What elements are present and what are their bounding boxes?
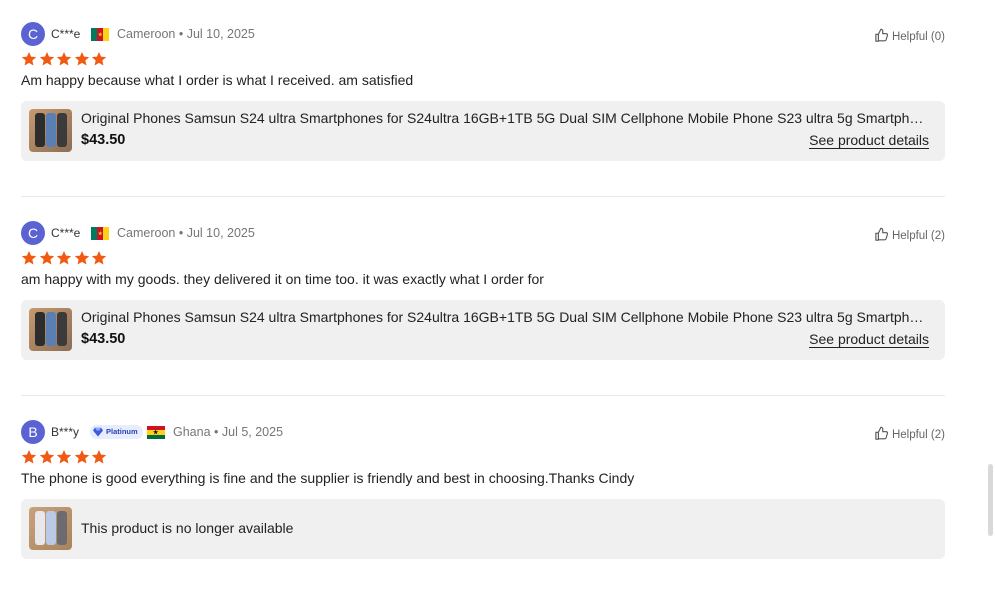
divider	[21, 196, 945, 197]
divider	[21, 395, 945, 396]
badge-label: Platinum	[106, 427, 138, 436]
star-icon	[39, 450, 54, 464]
avatar: B	[21, 420, 45, 444]
review-header: C C***e ★ Cameroon • Jul 10, 2025 Helpfu…	[21, 221, 945, 245]
separator-dot: •	[214, 425, 222, 439]
thumbs-up-icon	[875, 28, 888, 42]
star-icon	[56, 450, 72, 464]
review-text: am happy with my goods. they delivered i…	[21, 271, 544, 287]
see-product-details-link[interactable]: See product details	[809, 132, 929, 149]
ghana-flag-icon: ★	[147, 426, 165, 439]
reviewer-name: C***e	[51, 27, 81, 41]
helpful-label: Helpful (2)	[891, 429, 945, 441]
star-icon	[21, 450, 37, 464]
review-meta: Ghana • Jul 5, 2025	[173, 425, 283, 439]
product-card[interactable]: Original Phones Samsun S24 ultra Smartph…	[21, 300, 945, 360]
product-price: $43.50	[81, 331, 126, 347]
cameroon-flag-icon: ★	[91, 28, 109, 41]
product-unavailable-message: This product is no longer available	[81, 520, 294, 536]
scrollbar-thumb[interactable]	[988, 464, 993, 536]
review-text: The phone is good everything is fine and…	[21, 470, 635, 486]
star-icon	[91, 52, 107, 66]
diamond-icon	[93, 427, 103, 437]
star-icon	[74, 450, 89, 464]
star-icon	[74, 251, 89, 265]
thumbs-up-icon	[875, 227, 888, 241]
review-header: B B***y Platinum ★ Ghana • Jul 5, 2025 H…	[21, 420, 945, 444]
star-icon	[21, 251, 37, 265]
see-product-details-link[interactable]: See product details	[809, 331, 929, 348]
star-icon	[91, 450, 107, 464]
reviewer-name: C***e	[51, 226, 81, 240]
rating-stars	[21, 250, 109, 266]
star-icon	[21, 52, 37, 66]
review-text: Am happy because what I order is what I …	[21, 72, 414, 88]
helpful-label: Helpful (2)	[891, 230, 945, 242]
product-thumbnail[interactable]	[29, 109, 72, 152]
review-date: Jul 10, 2025	[186, 226, 255, 240]
separator-dot: •	[178, 226, 187, 240]
star-icon	[91, 251, 107, 265]
country: Cameroon	[117, 27, 176, 41]
product-thumbnail[interactable]	[29, 308, 72, 351]
avatar: C	[21, 22, 45, 46]
cameroon-flag-icon: ★	[91, 227, 109, 240]
reviewer-name: B***y	[51, 425, 80, 439]
product-card[interactable]: Original Phones Samsun S24 ultra Smartph…	[21, 101, 945, 161]
helpful-button[interactable]: Helpful (0)	[874, 28, 945, 43]
review-date: Jul 10, 2025	[186, 27, 255, 41]
rating-stars	[21, 449, 109, 465]
review-header: C C***e ★ Cameroon • Jul 10, 2025 Helpfu…	[21, 22, 945, 46]
thumbs-up-icon	[875, 426, 888, 440]
product-price: $43.50	[81, 132, 126, 148]
star-icon	[74, 52, 89, 66]
product-card: This product is no longer available	[21, 499, 945, 559]
separator-dot: •	[178, 27, 187, 41]
avatar: C	[21, 221, 45, 245]
platinum-badge: Platinum	[90, 425, 143, 439]
star-icon	[56, 251, 72, 265]
star-icon	[39, 251, 54, 265]
product-title[interactable]: Original Phones Samsun S24 ultra Smartph…	[81, 309, 927, 325]
product-title[interactable]: Original Phones Samsun S24 ultra Smartph…	[81, 110, 927, 126]
star-icon	[56, 52, 72, 66]
helpful-label: Helpful (0)	[891, 31, 945, 43]
helpful-button[interactable]: Helpful (2)	[874, 227, 945, 242]
rating-stars	[21, 51, 109, 67]
product-thumbnail	[29, 507, 72, 550]
country: Cameroon	[117, 226, 176, 240]
helpful-button[interactable]: Helpful (2)	[874, 426, 945, 441]
review-meta: Cameroon • Jul 10, 2025	[117, 226, 255, 240]
review-meta: Cameroon • Jul 10, 2025	[117, 27, 255, 41]
country: Ghana	[173, 425, 211, 439]
review-date: Jul 5, 2025	[221, 425, 284, 439]
star-icon	[39, 52, 54, 66]
